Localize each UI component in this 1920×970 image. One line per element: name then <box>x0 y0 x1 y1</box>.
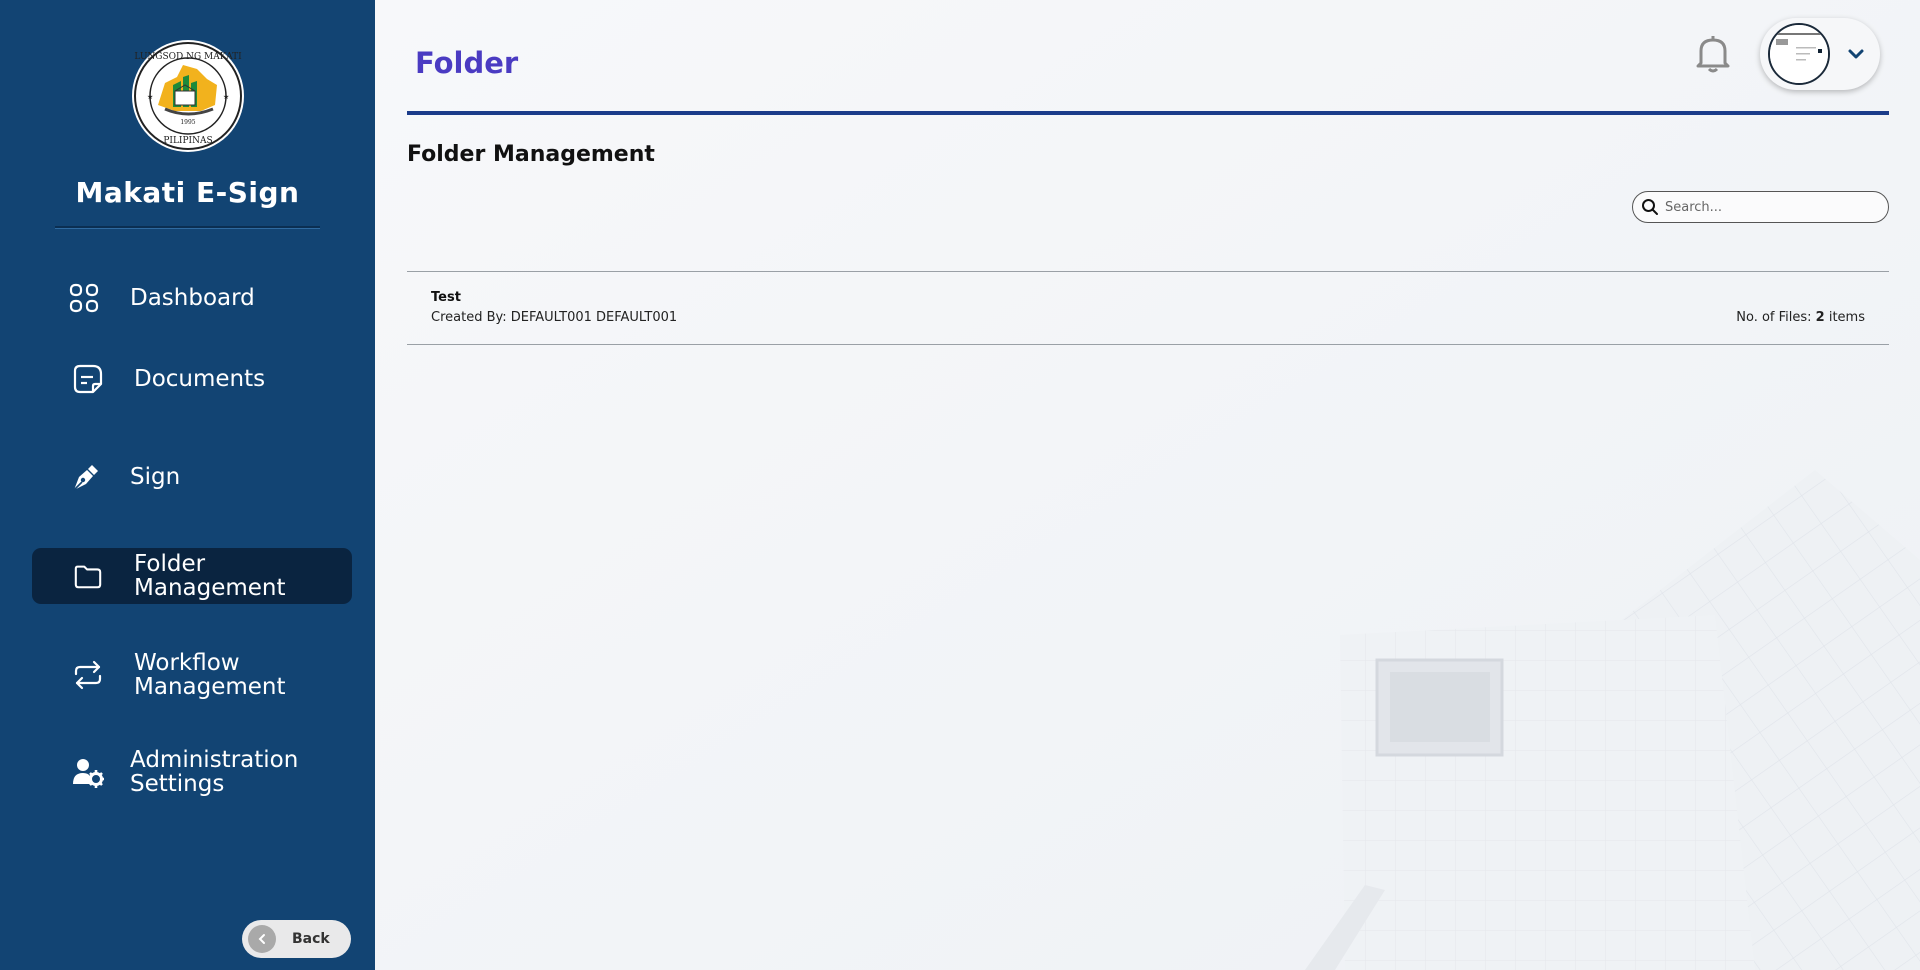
brand-divider <box>55 226 320 229</box>
files-count: 2 <box>1815 310 1825 325</box>
profile-menu-button[interactable] <box>1760 18 1880 90</box>
chevron-down-icon <box>1846 44 1866 64</box>
sidebar-item-label: Administration Settings <box>130 747 299 797</box>
sidebar-item-label: Folder Management <box>134 551 286 601</box>
bell-icon[interactable] <box>1691 32 1735 76</box>
sidebar-item-sign[interactable]: Sign <box>32 457 352 497</box>
sidebar-item-label: Dashboard <box>130 285 255 311</box>
pen-nib-icon <box>66 457 106 497</box>
chevron-left-icon <box>248 925 276 953</box>
sidebar-item-administration-settings[interactable]: Administration Settings <box>32 747 352 797</box>
files-prefix: No. of Files: <box>1736 310 1816 325</box>
folder-name: Test <box>431 290 461 305</box>
document-icon <box>68 359 108 399</box>
dashboard-grid-icon <box>64 278 104 318</box>
sidebar-item-label: Documents <box>134 366 266 392</box>
app-brand-name: Makati E-Sign <box>75 176 300 209</box>
section-title: Folder Management <box>407 142 655 167</box>
search-input[interactable] <box>1665 199 1875 215</box>
folder-file-count: No. of Files: 2 items <box>1736 310 1865 325</box>
svg-text:1995: 1995 <box>180 119 195 126</box>
back-button[interactable]: Back <box>242 920 351 958</box>
svg-text:★: ★ <box>223 93 229 101</box>
search-icon <box>1641 198 1659 216</box>
header-divider <box>407 111 1889 115</box>
main-content: Folder Folder Management Search... Test … <box>375 0 1920 970</box>
sidebar-item-dashboard[interactable]: Dashboard <box>32 278 352 318</box>
user-gear-icon <box>68 752 108 792</box>
sidebar-item-folder-management[interactable]: Folder Management <box>32 548 352 604</box>
sidebar-item-label: Workflow Management <box>134 650 286 700</box>
svg-text:LUNGSOD NG MAKATI: LUNGSOD NG MAKATI <box>134 52 242 62</box>
sidebar-item-label: Sign <box>130 464 181 490</box>
files-suffix: items <box>1824 310 1865 325</box>
avatar <box>1768 23 1830 85</box>
sidebar-item-documents[interactable]: Documents <box>32 359 352 399</box>
back-label: Back <box>292 931 330 947</box>
search-box <box>1632 191 1889 223</box>
repeat-arrows-icon <box>68 655 108 695</box>
sidebar: LUNGSOD NG MAKATI PILIPINAS 1995 ★ ★ Mak… <box>0 0 375 970</box>
makati-city-seal-logo: LUNGSOD NG MAKATI PILIPINAS 1995 ★ ★ <box>131 39 245 153</box>
svg-text:★: ★ <box>147 93 153 101</box>
folder-list-item[interactable]: Test Created By: DEFAULT001 DEFAULT001 N… <box>407 271 1889 345</box>
page-title: Folder <box>415 46 519 80</box>
svg-text:PILIPINAS: PILIPINAS <box>163 136 212 146</box>
sidebar-item-workflow-management[interactable]: Workflow Management <box>32 650 352 700</box>
folder-created-by: Created By: DEFAULT001 DEFAULT001 <box>431 310 678 325</box>
folder-icon <box>68 556 108 596</box>
